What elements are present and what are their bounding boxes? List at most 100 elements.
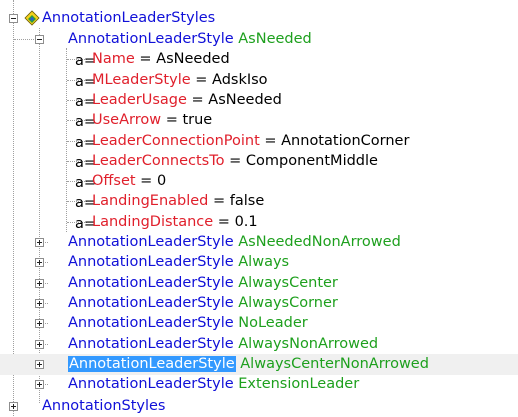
tree-node-property[interactable]: a= Name = AsNeeded (0, 49, 450, 70)
tree-node-label: AnnotationLeaderStyle AlwaysCorner (68, 294, 338, 313)
element-type: AnnotationLeaderStyle (68, 315, 234, 332)
element-name: AsNeeded (233, 31, 312, 47)
property-name: LeaderUsage (92, 91, 187, 108)
property-value: AnnotationCorner (281, 132, 410, 149)
element-type: AnnotationLeaderStyle (68, 376, 234, 393)
element-type: AnnotationLeaderStyle (68, 31, 234, 47)
expand-toggle[interactable] (35, 298, 44, 308)
expand-toggle[interactable] (35, 359, 44, 369)
tree-node-label: AnnotationLeaderStyle AsNeededNonArrowed (68, 233, 401, 252)
attribute-icon: a= (75, 195, 96, 211)
property-name: LandingEnabled (92, 193, 209, 210)
property-value: true (182, 112, 213, 129)
style-element-icon (50, 315, 66, 331)
expand-toggle[interactable] (35, 339, 44, 349)
property-separator: = (190, 71, 213, 88)
tree-node-label: AnnotationLeaderStyle Always (68, 253, 289, 272)
tree-node-property[interactable]: a= MLeaderStyle = AdskIso (0, 70, 450, 91)
tree-node-annotation-leader-style[interactable]: AnnotationLeaderStyle AsNeeded (0, 29, 400, 50)
property-value: AsNeeded (156, 51, 230, 68)
tree-node-label: AnnotationLeaderStyle NoLeader (68, 314, 308, 333)
element-name: AlwaysCenter (233, 274, 338, 291)
style-element-icon (50, 31, 66, 47)
tree-node-property[interactable]: a= LeaderUsage = AsNeeded (0, 90, 450, 111)
property-value: AdskIso (212, 71, 268, 88)
collapse-toggle[interactable] (9, 14, 18, 23)
element-name: ExtensionLeader (233, 376, 360, 393)
property-value: false (229, 193, 265, 210)
tree-node-label: AnnotationLeaderStyle AlwaysNonArrowed (68, 335, 378, 354)
attribute-icon: a= (75, 114, 96, 130)
tree-node-next[interactable]: AnnotationStyles (0, 396, 300, 417)
attribute-icon: a= (75, 155, 96, 171)
element-name: AsNeededNonArrowed (233, 234, 401, 250)
element-name: Always (233, 254, 290, 271)
attribute-icon: a= (75, 74, 96, 90)
element-name: AlwaysCenterNonArrowed (235, 355, 429, 372)
tree-node-annotation-leader-style[interactable]: AnnotationLeaderStyle AlwaysNonArrowed (0, 334, 480, 355)
property-separator: = (161, 112, 183, 129)
property-separator: = (213, 213, 235, 230)
property-separator: = (259, 132, 282, 149)
element-name: AlwaysCorner (233, 294, 338, 311)
tree-node-annotation-leader-style[interactable]: AnnotationLeaderStyle AsNeededNonArrowed (0, 232, 480, 253)
element-type: AnnotationLeaderStyle (68, 234, 234, 250)
property-name: UseArrow (92, 112, 162, 129)
expand-toggle[interactable] (35, 238, 44, 247)
tree-node-annotation-leader-style[interactable]: AnnotationLeaderStyle NoLeader (0, 313, 480, 334)
property-separator: = (134, 51, 157, 68)
collapse-toggle[interactable] (35, 35, 44, 44)
tree-node-annotation-leader-style[interactable]: AnnotationLeaderStyle AlwaysCenterNonArr… (0, 353, 518, 375)
expand-toggle[interactable] (35, 319, 44, 329)
attribute-icon: a= (75, 135, 96, 151)
tree-node-property[interactable]: a= LeaderConnectionPoint = AnnotationCorn… (0, 131, 450, 152)
property-value: 0 (156, 173, 167, 190)
property-label: Name = AsNeeded (92, 50, 230, 69)
property-name: Name (92, 51, 135, 68)
tree-node-property[interactable]: a= LeaderConnectsTo = ComponentMiddle (0, 151, 450, 172)
tree-node-root[interactable]: AnnotationLeaderStyles (0, 8, 300, 29)
property-name: LandingDistance (92, 213, 214, 230)
tree-node-annotation-leader-style[interactable]: AnnotationLeaderStyle AlwaysCenter (0, 273, 480, 294)
property-separator: = (135, 173, 157, 190)
expand-toggle[interactable] (35, 380, 44, 390)
tree-node-label: AnnotationLeaderStyle AlwaysCenterNonArr… (68, 355, 429, 374)
property-value: 0.1 (234, 213, 258, 230)
tree-node-annotation-leader-style[interactable]: AnnotationLeaderStyle AlwaysCorner (0, 293, 480, 314)
property-label: MLeaderStyle = AdskIso (92, 71, 268, 90)
property-label: LeaderUsage = AsNeeded (92, 91, 282, 110)
property-label: UseArrow = true (92, 111, 212, 130)
element-type: AnnotationLeaderStyle (68, 294, 234, 311)
tree-node-property[interactable]: a= UseArrow = true (0, 110, 450, 131)
expand-toggle[interactable] (35, 278, 44, 288)
tree-node-annotation-leader-style[interactable]: AnnotationLeaderStyle Always (0, 252, 480, 273)
property-separator: = (186, 91, 209, 108)
property-label: LeaderConnectionPoint = AnnotationCorner (92, 132, 409, 151)
tree-node-property[interactable]: a= Offset = 0 (0, 171, 450, 192)
tree-node-label: AnnotationLeaderStyle ExtensionLeader (68, 375, 359, 394)
tree-node-property[interactable]: a= LandingDistance = 0.1 (0, 212, 450, 233)
property-separator: = (224, 152, 246, 169)
style-element-icon (50, 295, 66, 311)
style-collection-icon (24, 398, 40, 414)
property-value: AsNeeded (208, 91, 282, 108)
element-type: AnnotationLeaderStyle (68, 254, 234, 271)
attribute-icon: a= (75, 94, 96, 110)
element-name: NoLeader (233, 315, 308, 332)
property-name: Offset (92, 173, 136, 190)
tree-node-property[interactable]: a= LandingEnabled = false (0, 191, 450, 212)
style-element-icon (50, 254, 66, 270)
style-element-icon (50, 376, 66, 392)
style-element-icon (50, 275, 66, 291)
property-label: Offset = 0 (92, 172, 166, 191)
tree-node-annotation-leader-style[interactable]: AnnotationLeaderStyle ExtensionLeader (0, 374, 480, 395)
property-name: LeaderConnectionPoint (92, 132, 260, 149)
attribute-icon: a= (75, 53, 96, 69)
style-element-icon (50, 336, 66, 352)
style-element-icon (50, 356, 66, 372)
property-label: LandingEnabled = false (92, 192, 264, 211)
expand-toggle[interactable] (35, 258, 44, 268)
property-separator: = (208, 193, 230, 210)
xml-tree-view[interactable]: AnnotationLeaderStyles AnnotationLeaderS… (0, 0, 518, 416)
expand-toggle[interactable] (9, 402, 18, 412)
